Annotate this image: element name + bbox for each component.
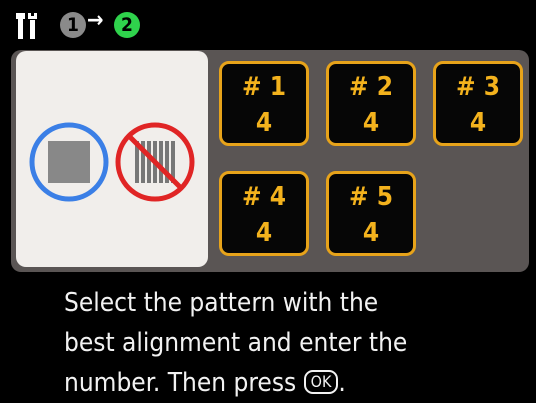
pattern-tile-5[interactable]: # 5 4 [326,171,416,256]
pattern-tile-1[interactable]: # 1 4 [219,61,309,146]
correct-pattern-icon [29,122,109,202]
tile-1-value: 4 [255,108,273,138]
instruction-text: Select the pattern with the best alignme… [64,283,494,403]
tile-5-value: 4 [362,218,380,248]
wrench-screwdriver-icon [16,13,37,39]
tile-5-label: # 5 [348,182,393,212]
pattern-tile-2[interactable]: # 2 4 [326,61,416,146]
pattern-tile-4[interactable]: # 4 4 [219,171,309,256]
step-2-indicator: 2 [114,12,140,38]
instruction-line-3-text: number. Then press [64,368,304,398]
step-1-indicator: 1 [60,12,86,38]
tile-2-value: 4 [362,108,380,138]
instruction-end: . [338,368,346,398]
header-bar: 1 → 2 [0,0,536,50]
incorrect-pattern-icon [115,122,195,202]
instruction-line-3: number. Then press OK. [64,363,494,403]
tile-3-label: # 3 [455,72,500,102]
ok-button-icon: OK [303,370,339,394]
instruction-line-2: best alignment and enter the [64,328,408,358]
step-arrow-icon: → [87,8,104,33]
pattern-tile-3[interactable]: # 3 4 [433,61,523,146]
tile-3-value: 4 [469,108,487,138]
tile-4-value: 4 [255,218,273,248]
instruction-line-1: Select the pattern with the [64,288,379,318]
tile-2-label: # 2 [348,72,393,102]
tile-4-label: # 4 [241,182,286,212]
tile-1-label: # 1 [241,72,286,102]
